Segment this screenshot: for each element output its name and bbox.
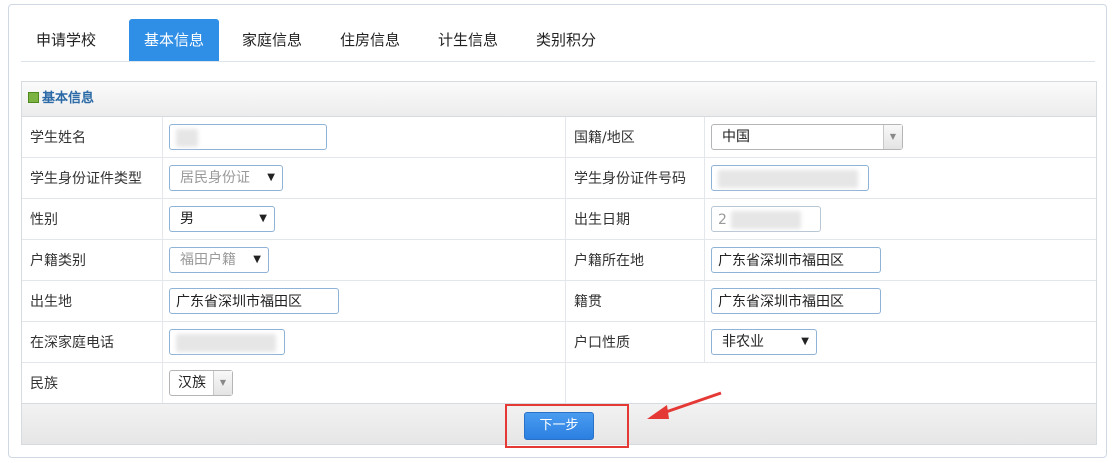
birth-date-value: 2 [718, 212, 727, 228]
label-nationality: 国籍/地区 [565, 117, 705, 158]
nationality-value: 中国 [722, 129, 750, 145]
label-ethnicity: 民族 [22, 362, 163, 404]
ethnicity-select[interactable]: 汉族 ▼ [169, 370, 233, 396]
tab-basic-info[interactable]: 基本信息 [129, 19, 220, 61]
label-household-location: 户籍所在地 [565, 239, 705, 281]
table-row: 出生地 广东省深圳市福田区 籍贯 广东省深圳市福田区 [22, 280, 1096, 322]
table-row: 在深家庭电话 户口性质 非农业 ▼ [22, 321, 1096, 363]
chevron-down-icon: ▼ [253, 254, 261, 265]
basic-info-table: 学生姓名 国籍/地区 中国 ▼ 学生身份证件类型 居民身份证 ▼ 学生身份证件号码 [22, 117, 1096, 404]
ethnicity-value: 汉族 [178, 375, 206, 391]
birth-date-input[interactable]: 2 [711, 206, 821, 232]
label-student-name: 学生姓名 [22, 117, 163, 158]
tab-family-planning-info[interactable]: 计生信息 [423, 19, 513, 61]
household-location-input[interactable]: 广东省深圳市福田区 [711, 247, 881, 273]
label-home-phone: 在深家庭电话 [22, 321, 163, 363]
gender-value: 男 [180, 211, 194, 227]
panel-title: 基本信息 [42, 91, 95, 106]
table-row: 学生姓名 国籍/地区 中国 ▼ [22, 117, 1096, 158]
table-row: 性别 男 ▼ 出生日期 2 [22, 198, 1096, 240]
form-container: 申请学校 基本信息 家庭信息 住房信息 计生信息 类别积分 基本信息 学生姓名 … [8, 4, 1107, 458]
tab-housing-info[interactable]: 住房信息 [325, 19, 415, 61]
table-row: 学生身份证件类型 居民身份证 ▼ 学生身份证件号码 [22, 157, 1096, 199]
tab-bar: 申请学校 基本信息 家庭信息 住房信息 计生信息 类别积分 [21, 19, 1095, 62]
household-type-select[interactable]: 福田户籍 ▼ [169, 247, 269, 273]
basic-info-panel: 基本信息 学生姓名 国籍/地区 中国 ▼ 学生身份证件类型 居民身份证 ▼ 学生身份… [21, 81, 1097, 445]
id-type-select[interactable]: 居民身份证 ▼ [169, 165, 283, 191]
dropdown-arrow-icon: ▼ [883, 125, 902, 149]
label-household-type: 户籍类别 [22, 239, 163, 281]
id-type-value: 居民身份证 [180, 170, 250, 186]
id-number-input[interactable] [711, 165, 869, 191]
tab-family-info[interactable]: 家庭信息 [227, 19, 317, 61]
redacted-value [718, 170, 858, 188]
pointer-arrow-icon [647, 391, 722, 419]
tab-apply-school[interactable]: 申请学校 [21, 19, 111, 61]
label-id-type: 学生身份证件类型 [22, 157, 163, 199]
household-type-value: 福田户籍 [180, 252, 236, 268]
redacted-value [176, 129, 198, 147]
label-birth-date: 出生日期 [565, 198, 705, 240]
section-arrow-icon [28, 92, 39, 103]
table-row: 户籍类别 福田户籍 ▼ 户籍所在地 广东省深圳市福田区 [22, 239, 1096, 281]
chevron-down-icon: ▼ [259, 213, 267, 224]
tab-category-points[interactable]: 类别积分 [521, 19, 611, 61]
dropdown-arrow-icon: ▼ [213, 371, 232, 395]
highlight-box [505, 404, 629, 448]
panel-header: 基本信息 [22, 82, 1096, 117]
label-native-place: 籍贯 [565, 280, 705, 322]
student-name-input[interactable] [169, 124, 327, 150]
label-id-number: 学生身份证件号码 [565, 157, 705, 199]
label-birthplace: 出生地 [22, 280, 163, 322]
redacted-value [730, 211, 801, 229]
chevron-down-icon: ▼ [267, 172, 275, 183]
table-row: 民族 汉族 ▼ [22, 362, 1096, 404]
label-gender: 性别 [22, 198, 163, 240]
chevron-down-icon: ▼ [801, 336, 809, 347]
gender-select[interactable]: 男 ▼ [169, 206, 275, 232]
home-phone-input[interactable] [169, 329, 285, 355]
redacted-value [176, 334, 276, 352]
nationality-select[interactable]: 中国 ▼ [711, 124, 903, 150]
hukou-nature-select[interactable]: 非农业 ▼ [711, 329, 817, 355]
label-hukou-nature: 户口性质 [565, 321, 705, 363]
hukou-nature-value: 非农业 [722, 334, 764, 350]
birthplace-input[interactable]: 广东省深圳市福田区 [169, 288, 339, 314]
native-place-input[interactable]: 广东省深圳市福田区 [711, 288, 881, 314]
